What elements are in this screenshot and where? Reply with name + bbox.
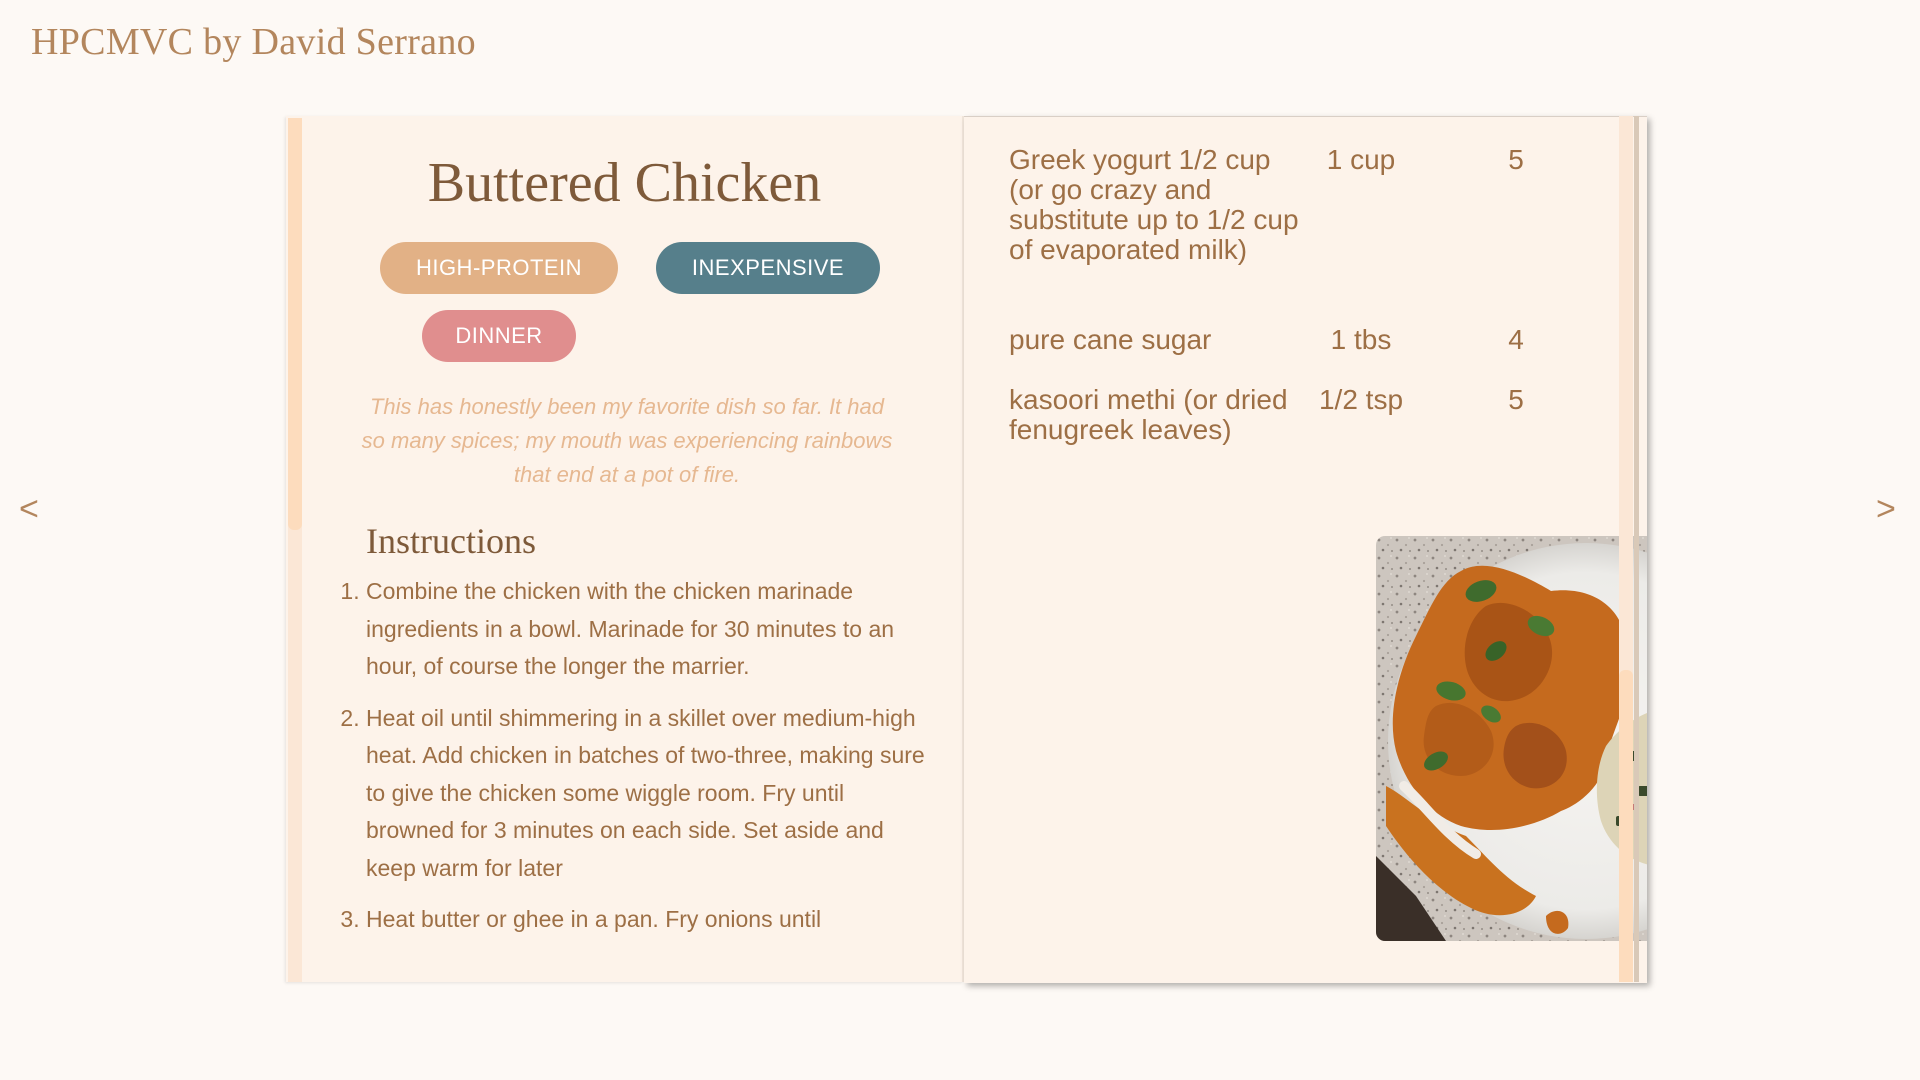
ingredient-name: kasoori methi (or dried fenugreek leaves…	[1009, 384, 1288, 445]
ingredient-amount: 1/2 tsp	[1318, 384, 1404, 415]
site-title[interactable]: HPCMVC by David Serrano	[31, 20, 476, 64]
ingredient-amount: 1 tbs	[1330, 324, 1392, 355]
ingredient-rating: 5	[1508, 384, 1524, 415]
recipe-title: Buttered Chicken	[427, 152, 822, 214]
ingredient-name: pure cane sugar	[1009, 324, 1212, 355]
tag-high-protein[interactable]: HIGH-PROTEIN	[380, 242, 618, 294]
ingredient-rating: 4	[1508, 324, 1524, 355]
instruction-step: Heat butter or ghee in a pan. Fry onions…	[366, 901, 938, 939]
recipe-book: Buttered Chicken HIGH-PROTEIN INEXPENSIV…	[286, 116, 1647, 983]
ingredient-name: Greek yogurt 1/2 cup (or go crazy and su…	[1009, 144, 1299, 265]
left-page-scrollbar-thumb[interactable]	[288, 118, 302, 530]
right-page-scrollbar-thumb[interactable]	[1619, 670, 1633, 982]
ingredient-amount: 1 cup	[1326, 144, 1396, 175]
food-photo	[1376, 536, 1647, 941]
left-page: Buttered Chicken HIGH-PROTEIN INEXPENSIV…	[286, 116, 963, 982]
next-page-arrow[interactable]: >	[1876, 490, 1896, 529]
instruction-step: Heat oil until shimmering in a skillet o…	[366, 700, 938, 888]
ingredient-rating: 5	[1508, 144, 1524, 175]
tag-inexpensive[interactable]: INEXPENSIVE	[656, 242, 880, 294]
tag-dinner[interactable]: DINNER	[422, 310, 576, 362]
instructions-heading: Instructions	[366, 521, 536, 561]
recipe-description: This has honestly been my favorite dish …	[361, 394, 893, 487]
instruction-step: Combine the chicken with the chicken mar…	[366, 573, 938, 686]
prev-page-arrow[interactable]: <	[19, 490, 39, 529]
page-edge	[1634, 116, 1639, 982]
right-page: Greek yogurt 1/2 cup (or go crazy and su…	[964, 116, 1647, 983]
instructions-list: Combine the chicken with the chicken mar…	[338, 573, 938, 953]
food-photo-image	[1376, 536, 1647, 941]
